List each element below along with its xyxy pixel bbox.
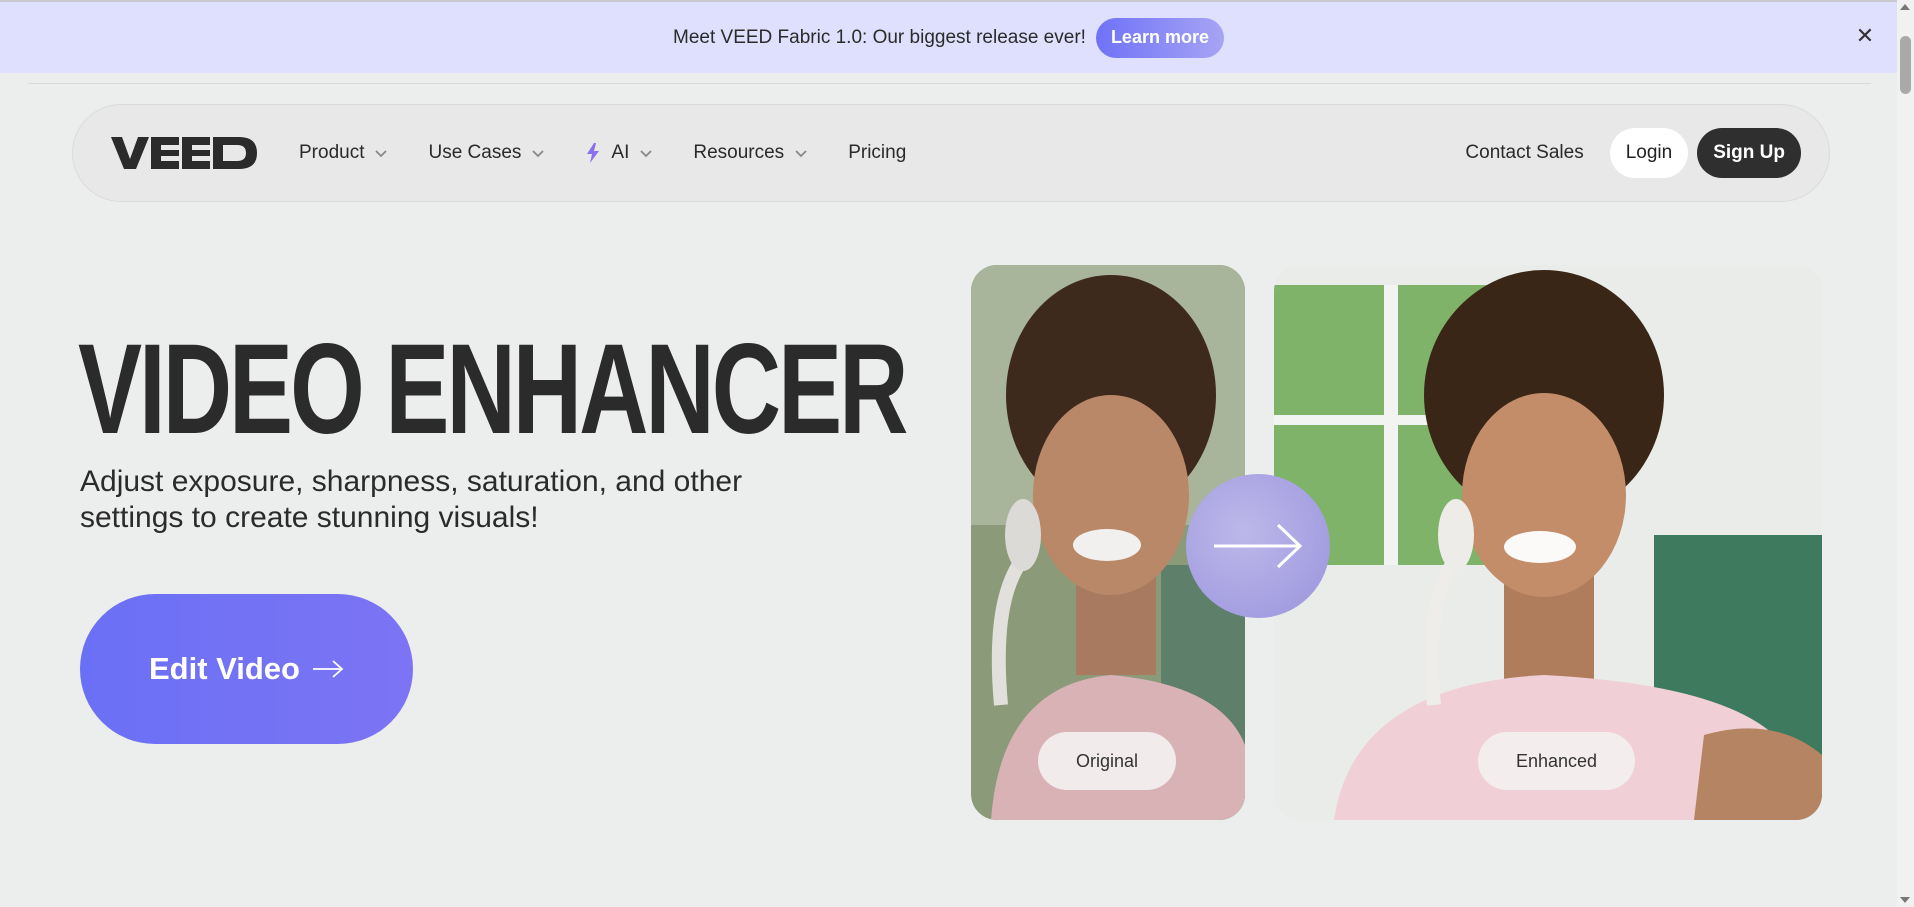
main-navbar: Product Use Cases AI Resources Pricing C… [72,104,1830,202]
nav-item-pricing[interactable]: Pricing [848,142,906,164]
nav-actions: Contact Sales Login Sign Up [1465,105,1801,201]
page-title: VIDEO ENHANCER [78,318,908,461]
divider [28,83,1871,84]
nav-item-label: Use Cases [428,142,522,163]
contact-sales-link[interactable]: Contact Sales [1465,142,1583,164]
original-label: Original [1038,732,1177,790]
nav-item-label: Resources [693,142,785,163]
nav-menu: Product Use Cases AI Resources Pricing [299,105,946,201]
enhanced-label: Enhanced [1478,732,1636,790]
banner-text: Meet VEED Fabric 1.0: Our biggest releas… [673,26,1086,48]
veed-logo-mark [111,137,257,169]
scroll-up-icon[interactable] [1900,4,1910,10]
sign-up-button[interactable]: Sign Up [1697,128,1801,178]
nav-item-resources[interactable]: Resources [693,142,808,164]
hero-subtitle: Adjust exposure, sharpness, saturation, … [80,465,743,534]
chevron-down-icon [375,150,388,158]
nav-item-label: Product [299,142,365,163]
edit-video-button[interactable]: Edit Video [80,594,413,744]
close-icon[interactable]: ✕ [1853,23,1877,48]
chevron-down-icon [640,150,652,158]
compare-arrow [1186,474,1330,618]
scroll-down-icon[interactable] [1900,897,1910,903]
scroll-thumb[interactable] [1900,36,1911,94]
chevron-down-icon [532,150,545,158]
nav-item-product[interactable]: Product [299,142,388,164]
login-button[interactable]: Login [1609,128,1689,178]
nav-item-label: AI [611,142,630,163]
arrow-right-icon [1214,523,1303,569]
chevron-down-icon [795,150,807,158]
veed-logo[interactable] [111,137,257,174]
nav-item-use-cases[interactable]: Use Cases [428,142,545,164]
announcement-banner: Meet VEED Fabric 1.0: Our biggest releas… [0,0,1897,73]
page-scrollbar[interactable] [1897,0,1914,907]
nav-item-ai[interactable]: AI [585,142,653,164]
lightning-icon [587,143,600,163]
nav-item-label: Pricing [848,142,907,163]
arrow-right-icon [313,660,344,678]
learn-more-button[interactable]: Learn more [1095,17,1224,58]
edit-video-label: Edit Video [148,651,300,686]
